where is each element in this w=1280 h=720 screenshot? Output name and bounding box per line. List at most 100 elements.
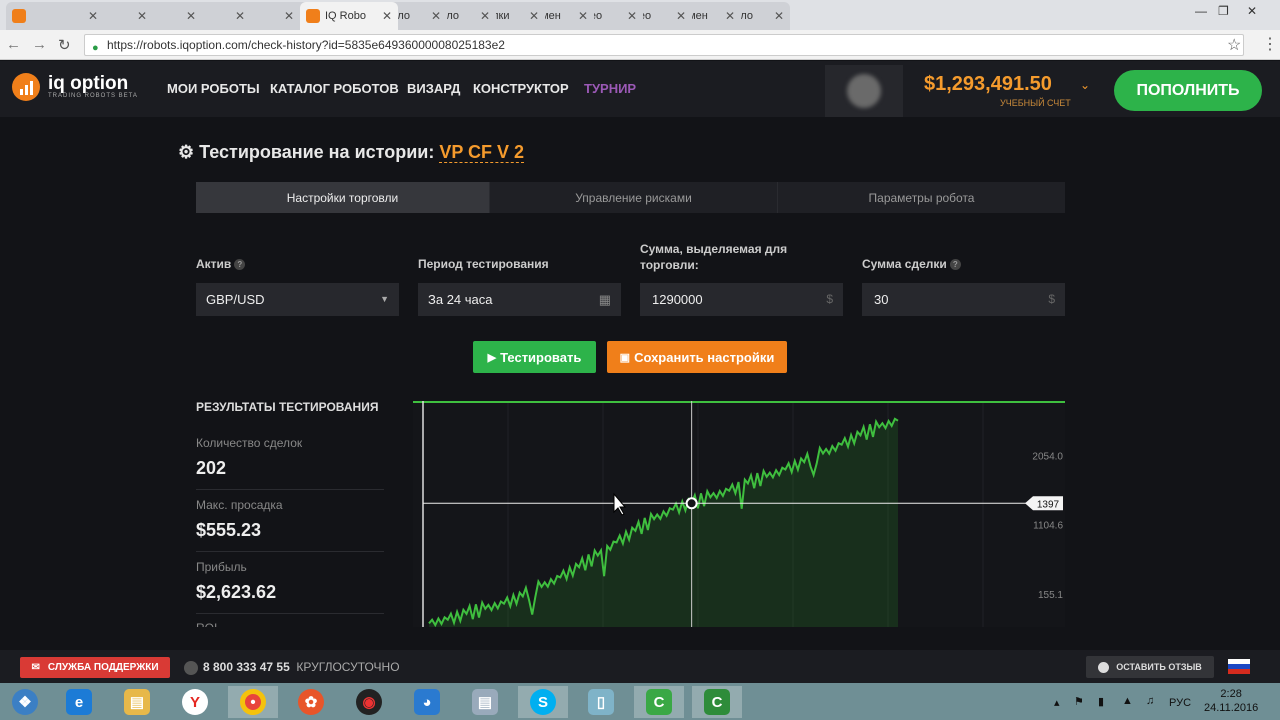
- tab-trade-settings[interactable]: Настройки торговли: [196, 182, 489, 213]
- tray-arrow-icon[interactable]: ▴: [1054, 696, 1060, 709]
- deal-amount-input[interactable]: 30 $: [862, 283, 1065, 316]
- tab-close-icon[interactable]: ✕: [480, 9, 490, 23]
- network-icon[interactable]: ▲: [1122, 695, 1133, 707]
- currency-symbol: $: [1048, 292, 1055, 306]
- tab-close-icon[interactable]: ✕: [88, 9, 98, 23]
- browser-tab[interactable]: IQ Robo ✕: [300, 2, 398, 30]
- tab-close-icon[interactable]: ✕: [382, 9, 392, 23]
- tab-close-icon[interactable]: ✕: [235, 9, 245, 23]
- tab-close-icon[interactable]: ✕: [578, 9, 588, 23]
- browser-tab[interactable]: ✕: [6, 2, 104, 30]
- close-window-icon[interactable]: ✕: [1247, 4, 1257, 18]
- skype-icon[interactable]: S: [518, 686, 568, 718]
- calendar-icon[interactable]: ▦: [599, 283, 611, 316]
- amount-value: 1290000: [652, 292, 703, 307]
- equity-chart[interactable]: 2054.0 1104.6 155.1 1397: [413, 401, 1065, 627]
- start-button[interactable]: ❖: [0, 686, 50, 718]
- menu-my-robots[interactable]: МОИ РОБОТЫ: [167, 81, 260, 96]
- tab-close-icon[interactable]: ✕: [529, 9, 539, 23]
- explorer-icon[interactable]: ▤: [112, 686, 162, 718]
- amount-input[interactable]: 1290000 $: [640, 283, 843, 316]
- crosshair-value-label: 1397: [1037, 499, 1060, 510]
- tab-close-icon[interactable]: ✕: [284, 9, 294, 23]
- chevron-down-icon[interactable]: ⌄: [1080, 78, 1090, 92]
- app-icon[interactable]: ▤: [460, 686, 510, 718]
- stat-label-drawdown: Макс. просадка: [196, 498, 283, 512]
- chrome-icon[interactable]: •: [228, 686, 278, 718]
- flag-icon[interactable]: ⚑: [1074, 695, 1084, 708]
- asset-label: Актив?: [196, 256, 246, 272]
- help-icon[interactable]: ?: [234, 259, 246, 271]
- yandex-icon[interactable]: Y: [170, 686, 220, 718]
- floppy-icon: ▣: [619, 351, 631, 364]
- app-icon[interactable]: ▯: [576, 686, 626, 718]
- tab-favicon-icon: [306, 9, 320, 23]
- comment-icon: [1098, 661, 1110, 673]
- period-input[interactable]: За 24 часа ▦: [418, 283, 621, 316]
- period-value: За 24 часа: [428, 292, 493, 307]
- stat-value-drawdown: $555.23: [196, 520, 262, 540]
- tab-close-icon[interactable]: ✕: [137, 9, 147, 23]
- minimize-icon[interactable]: —: [1195, 4, 1207, 18]
- balance-value[interactable]: $1,293,491.50: [924, 73, 1052, 96]
- language-indicator[interactable]: РУС: [1169, 697, 1191, 709]
- logo-icon: [12, 73, 40, 101]
- camtasia-icon[interactable]: C: [692, 686, 742, 718]
- clock-date: 24.11.2016: [1204, 702, 1259, 714]
- back-icon[interactable]: ←: [6, 36, 21, 53]
- app-icon[interactable]: ◕: [402, 686, 452, 718]
- windows-taskbar: ❖ e ▤ Y • ✿ ◉ ◕ ▤ S ▯ C C ▴ ⚑ ▮ ▲ ♫ РУС …: [0, 683, 1280, 720]
- test-button[interactable]: ▶ Тестировать: [473, 341, 596, 373]
- stat-value-trades: 202: [196, 458, 227, 478]
- url-input[interactable]: ● https://robots.iqoption.com/check-hist…: [84, 34, 1244, 56]
- iq-option-logo[interactable]: iq option TRADING ROBOTS BETA: [12, 73, 138, 101]
- stat-label-profit: Прибыль: [196, 560, 247, 574]
- restore-icon[interactable]: ❐: [1218, 4, 1229, 18]
- volume-icon[interactable]: ♫: [1146, 695, 1154, 707]
- robot-name-link[interactable]: VP CF V 2: [439, 142, 525, 163]
- balance-account-type: УЧЕБНЫЙ СЧЕТ: [1000, 98, 1071, 108]
- lock-icon: ●: [92, 42, 99, 54]
- tab-risk-management[interactable]: Управление рисками: [489, 182, 777, 213]
- battery-icon[interactable]: ▮: [1098, 695, 1104, 708]
- page-title: ⚙ Тестирование на истории: VP CF V 2: [178, 142, 525, 163]
- ie-icon[interactable]: e: [54, 686, 104, 718]
- clock[interactable]: 2:28 24.11.2016: [1204, 687, 1258, 715]
- phone-hours: КРУГЛОСУТОЧНО: [296, 660, 400, 674]
- camtasia-icon[interactable]: C: [634, 686, 684, 718]
- menu-robot-catalog[interactable]: КАТАЛОГ РОБОТОВ: [270, 81, 399, 96]
- support-button[interactable]: ✉ СЛУЖБА ПОДДЕРЖКИ: [20, 657, 170, 678]
- bookmark-star-icon[interactable]: ☆: [1227, 35, 1241, 55]
- logo-subtext: TRADING ROBOTS BETA: [48, 93, 138, 99]
- page-title-text: Тестирование на истории:: [199, 142, 435, 162]
- russian-flag-icon[interactable]: [1228, 659, 1250, 674]
- menu-tournament[interactable]: ТУРНИР: [584, 81, 636, 96]
- tab-close-icon[interactable]: ✕: [676, 9, 686, 23]
- app-icon[interactable]: ✿: [286, 686, 336, 718]
- asset-select[interactable]: GBP/USD ▼: [196, 283, 399, 316]
- play-icon: ▶: [487, 351, 497, 364]
- tab-robot-params[interactable]: Параметры робота: [777, 182, 1065, 213]
- avatar[interactable]: [825, 65, 903, 117]
- save-settings-button[interactable]: ▣ Сохранить настройки: [607, 341, 787, 373]
- dropdown-caret-icon: ▼: [380, 294, 389, 304]
- menu-constructor[interactable]: КОНСТРУКТОР: [473, 81, 569, 96]
- tab-close-icon[interactable]: ✕: [725, 9, 735, 23]
- help-icon[interactable]: ?: [949, 259, 961, 271]
- reload-icon[interactable]: ↻: [58, 36, 71, 54]
- tab-close-icon[interactable]: ✕: [774, 9, 784, 23]
- chat-icon: ✉: [31, 662, 40, 673]
- site-header: iq option TRADING ROBOTS BETA МОИ РОБОТЫ…: [0, 61, 1280, 117]
- tab-close-icon[interactable]: ✕: [186, 9, 196, 23]
- feedback-button[interactable]: ОСТАВИТЬ ОТЗЫВ: [1086, 656, 1214, 678]
- deposit-button[interactable]: ПОПОЛНИТЬ: [1114, 70, 1262, 111]
- tab-close-icon[interactable]: ✕: [627, 9, 637, 23]
- period-label: Период тестирования: [418, 257, 549, 271]
- forward-icon[interactable]: →: [32, 36, 47, 53]
- tab-close-icon[interactable]: ✕: [431, 9, 441, 23]
- settings-tabs: Настройки торговли Управление рисками Па…: [196, 182, 1065, 213]
- menu-wizard[interactable]: ВИЗАРД: [407, 81, 460, 96]
- clock-time: 2:28: [1220, 688, 1242, 700]
- app-icon[interactable]: ◉: [344, 686, 394, 718]
- browser-menu-icon[interactable]: ⋮: [1262, 34, 1278, 54]
